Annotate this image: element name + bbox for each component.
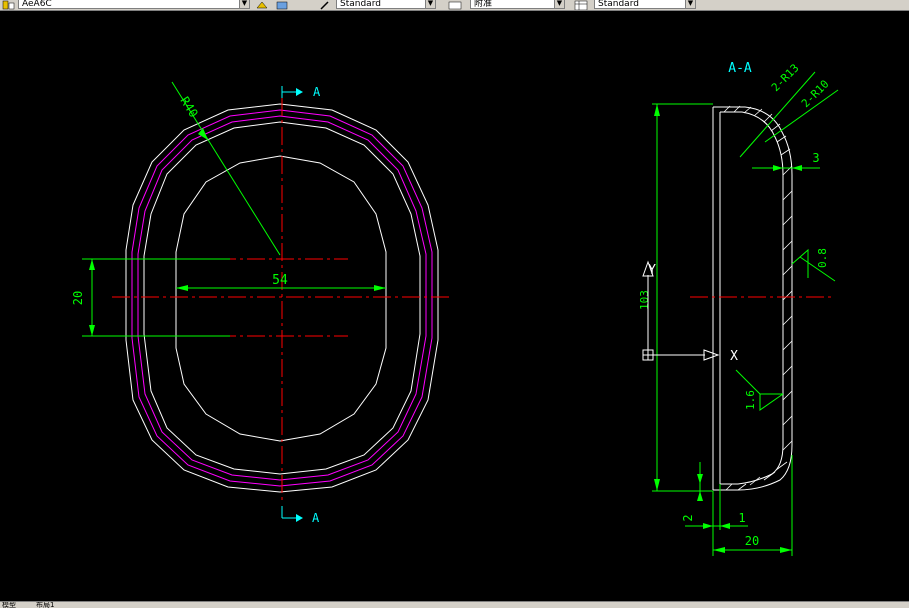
section-marker-bottom-label: A xyxy=(312,511,320,525)
radius-inner-label: 2-R10 xyxy=(799,78,832,111)
chevron-down-icon[interactable]: ▼ xyxy=(685,0,695,8)
section-marker-top[interactable]: A xyxy=(281,85,321,99)
chevron-down-icon[interactable]: ▼ xyxy=(425,0,435,8)
section-title: A-A xyxy=(728,61,752,76)
width-arrow-left xyxy=(176,285,188,291)
step-arrow-top xyxy=(697,474,703,484)
inner-opening[interactable] xyxy=(175,155,387,442)
text-style-combo-value: Standard xyxy=(340,0,381,9)
section-height-arrow-top xyxy=(654,104,660,116)
surface-finish-inner-label: 1.6 xyxy=(744,390,757,410)
chevron-down-icon[interactable]: ▼ xyxy=(239,0,249,8)
layer-state-icon[interactable] xyxy=(255,0,269,9)
dim-style-combo-value: 附准 xyxy=(474,0,493,9)
lip-arrow-left xyxy=(703,523,713,529)
drawing-canvas[interactable]: A A R40 54 20 A-A 2-R13 2-R10 3 0.8 103 … xyxy=(0,11,909,601)
tab-layout1[interactable]: 布局1 xyxy=(36,602,54,608)
radius-outer-label: 2-R13 xyxy=(769,62,802,95)
layer-combo-value: AeA6C xyxy=(22,0,52,9)
section-height-label: 103 xyxy=(638,290,651,310)
width-arrow-right xyxy=(374,285,386,291)
lip-label: 1 xyxy=(738,511,745,525)
section-hatching xyxy=(723,105,793,491)
step-arrow-bottom xyxy=(697,491,703,501)
lip-arrow-right xyxy=(720,523,730,529)
depth-label: 20 xyxy=(745,534,759,548)
text-style-combo[interactable]: Standard ▼ xyxy=(336,0,436,9)
height-arrow-top xyxy=(89,259,95,270)
depth-arrow-left xyxy=(713,547,725,553)
step-label: 2 xyxy=(681,514,695,521)
section-marker-bottom[interactable]: A xyxy=(281,506,320,525)
chevron-down-icon[interactable]: ▼ xyxy=(554,0,564,8)
table-style-combo-value: Standard xyxy=(598,0,639,9)
height-label: 20 xyxy=(71,291,85,305)
toolbar: AeA6C ▼ Standard ▼ 附准 ▼ Standard ▼ xyxy=(0,0,909,11)
text-style-icon[interactable] xyxy=(318,0,332,10)
thickness-label: 3 xyxy=(812,151,819,165)
thickness-arrow-right xyxy=(792,165,802,171)
section-outer-profile[interactable] xyxy=(713,106,793,491)
surface-finish-outer-label: 0.8 xyxy=(816,248,829,268)
dim-style-icon[interactable] xyxy=(448,0,462,10)
front-view: A A R40 54 20 xyxy=(71,81,450,525)
layer-previous-icon[interactable] xyxy=(275,0,289,10)
section-height-arrow-bottom xyxy=(654,479,660,491)
ucs-x-label: X xyxy=(730,349,738,364)
table-style-combo[interactable]: Standard ▼ xyxy=(594,0,696,9)
section-marker-top-label: A xyxy=(313,85,321,99)
tab-model[interactable]: 模型 xyxy=(2,602,16,608)
layer-combo[interactable]: AeA6C ▼ xyxy=(18,0,250,9)
ucs-y-label: Y xyxy=(648,263,656,278)
section-view: A-A 2-R13 2-R10 3 0.8 103 X Y 1.6 2 1 20 xyxy=(638,61,839,556)
dim-style-combo[interactable]: 附准 ▼ xyxy=(470,0,565,9)
radius-label: R40 xyxy=(177,94,200,120)
thickness-arrow-left xyxy=(773,165,783,171)
table-style-icon[interactable] xyxy=(574,0,588,10)
depth-arrow-right xyxy=(780,547,792,553)
width-label: 54 xyxy=(272,273,288,288)
height-arrow-bottom xyxy=(89,325,95,336)
layer-icon[interactable] xyxy=(2,0,16,10)
